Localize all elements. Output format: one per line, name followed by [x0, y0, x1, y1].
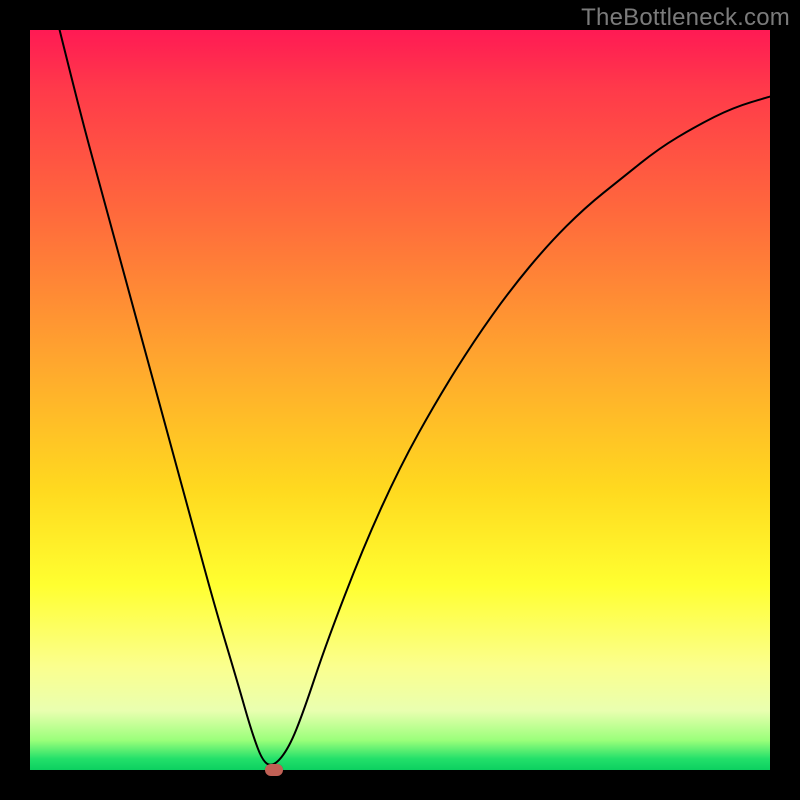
watermark-text: TheBottleneck.com [581, 4, 790, 32]
curve-svg [30, 30, 770, 770]
chart-frame: TheBottleneck.com [0, 0, 800, 800]
bottleneck-curve [60, 30, 770, 765]
plot-area [30, 30, 770, 770]
optimal-point-marker [265, 764, 283, 776]
